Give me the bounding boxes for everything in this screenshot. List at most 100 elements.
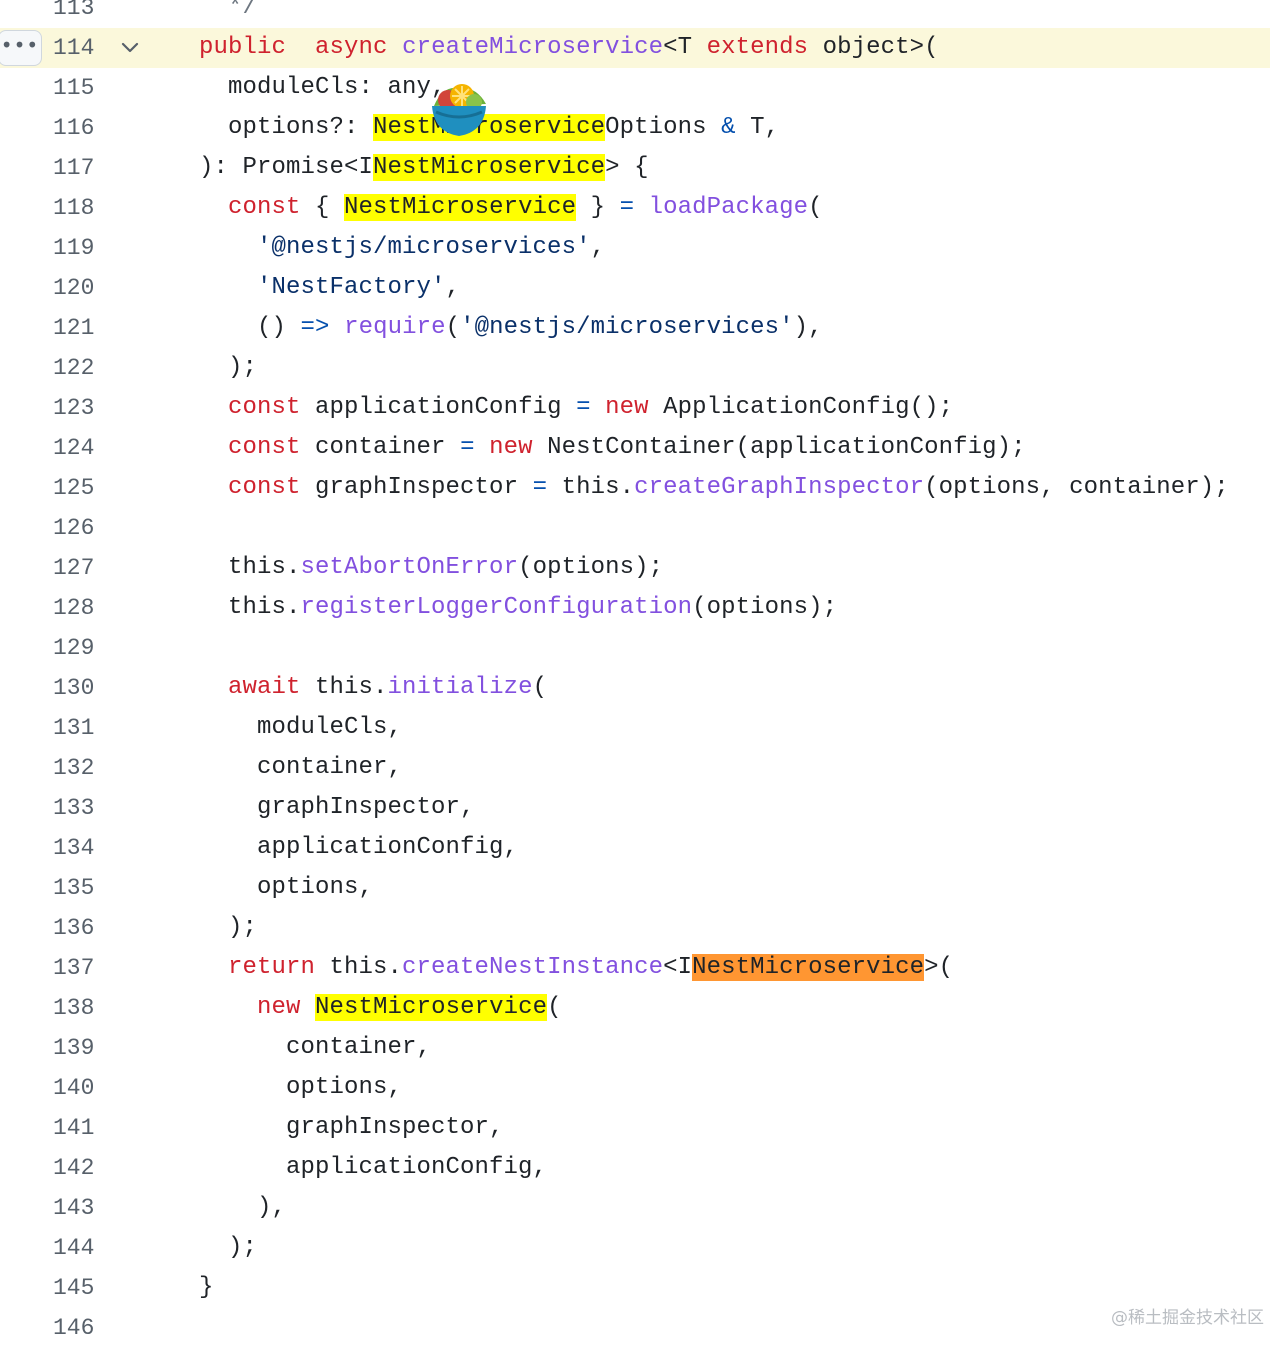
code-token: ( [808, 194, 823, 221]
code-line[interactable]: 126 [0, 508, 1270, 548]
code-token: (options); [518, 554, 664, 581]
line-number[interactable]: 131 [53, 713, 103, 743]
code-line[interactable]: 116 options?: NestMicroserviceOptions & … [0, 108, 1270, 148]
line-number[interactable]: 142 [53, 1153, 103, 1183]
line-number[interactable]: 123 [53, 393, 103, 423]
line-number[interactable]: 140 [53, 1073, 103, 1103]
code-text: () => require('@nestjs/microservices'), [199, 313, 823, 343]
code-line[interactable]: 128 this.registerLoggerConfiguration(opt… [0, 588, 1270, 628]
line-number[interactable]: 122 [53, 353, 103, 383]
code-line[interactable]: 136 ); [0, 908, 1270, 948]
code-line[interactable]: 146 [0, 1308, 1270, 1348]
code-line[interactable]: 129 [0, 628, 1270, 668]
code-line[interactable]: 145} [0, 1268, 1270, 1308]
function-token: createMicroservice [402, 34, 664, 61]
code-text: ); [199, 913, 257, 943]
line-number[interactable]: 119 [53, 233, 103, 263]
code-line[interactable]: 131 moduleCls, [0, 708, 1270, 748]
line-number[interactable]: 130 [53, 673, 103, 703]
code-line[interactable]: 142 applicationConfig, [0, 1148, 1270, 1188]
code-line[interactable]: 124 const container = new NestContainer(… [0, 428, 1270, 468]
keyword-token: extends [706, 34, 809, 61]
code-line[interactable]: 134 applicationConfig, [0, 828, 1270, 868]
line-number[interactable]: 134 [53, 833, 103, 863]
code-token: Options [605, 114, 722, 141]
code-line[interactable]: 125 const graphInspector = this.createGr… [0, 468, 1270, 508]
line-number[interactable]: 129 [53, 633, 103, 663]
line-number[interactable]: 138 [53, 993, 103, 1023]
code-line[interactable]: 120 'NestFactory', [0, 268, 1270, 308]
string-token: 'NestFactory' [257, 274, 446, 301]
line-gutter: 135 [0, 868, 112, 908]
code-line[interactable]: 143 ), [0, 1188, 1270, 1228]
code-token: graphInspector [300, 474, 533, 501]
line-gutter: 132 [0, 748, 112, 788]
code-line[interactable]: 132 container, [0, 748, 1270, 788]
code-text: public async createMicroservice<T extend… [199, 33, 939, 63]
code-text: const graphInspector = this.createGraphI… [199, 473, 1229, 503]
line-number[interactable]: 144 [53, 1233, 103, 1263]
code-line[interactable]: 127 this.setAbortOnError(options); [0, 548, 1270, 588]
line-number[interactable]: 118 [53, 193, 103, 223]
line-number[interactable]: 132 [53, 753, 103, 783]
code-line[interactable]: 123 const applicationConfig = new Applic… [0, 388, 1270, 428]
operator-token: & [721, 114, 736, 141]
code-line[interactable]: 130 await this.initialize( [0, 668, 1270, 708]
line-number[interactable]: 137 [53, 953, 103, 983]
keyword-token: new [489, 434, 533, 461]
code-line[interactable]: 122 ); [0, 348, 1270, 388]
current-search-match: NestMicroservice [692, 954, 925, 981]
line-number[interactable]: 139 [53, 1033, 103, 1063]
code-line[interactable]: 137 return this.createNestInstance<INest… [0, 948, 1270, 988]
code-token: <I [663, 954, 693, 981]
line-number[interactable]: 121 [53, 313, 103, 343]
line-number[interactable]: 143 [53, 1193, 103, 1223]
code-line[interactable]: 118 const { NestMicroservice } = loadPac… [0, 188, 1270, 228]
line-number[interactable]: 127 [53, 553, 103, 583]
code-line[interactable]: 141 graphInspector, [0, 1108, 1270, 1148]
code-line[interactable]: 133 graphInspector, [0, 788, 1270, 828]
keyword-token: new [257, 994, 301, 1021]
line-number[interactable]: 114 [53, 33, 103, 63]
code-text: this.registerLoggerConfiguration(options… [199, 593, 837, 623]
line-number[interactable]: 145 [53, 1273, 103, 1303]
line-number[interactable]: 126 [53, 513, 103, 543]
function-token: createNestInstance [402, 954, 664, 981]
more-options-button[interactable]: ••• [0, 30, 42, 66]
line-number[interactable]: 136 [53, 913, 103, 943]
code-line[interactable]: 115 moduleCls: any, [0, 68, 1270, 108]
line-number[interactable]: 128 [53, 593, 103, 623]
code-text: */ [199, 0, 257, 23]
code-line[interactable]: 139 container, [0, 1028, 1270, 1068]
line-gutter: 136 [0, 908, 112, 948]
code-line[interactable]: 135 options, [0, 868, 1270, 908]
code-line[interactable]: 121 () => require('@nestjs/microservices… [0, 308, 1270, 348]
line-number[interactable]: 124 [53, 433, 103, 463]
code-line[interactable]: 138 new NestMicroservice( [0, 988, 1270, 1028]
code-token: moduleCls, [199, 714, 403, 741]
code-line[interactable]: 140 options, [0, 1068, 1270, 1108]
line-number[interactable]: 115 [53, 73, 103, 103]
code-line[interactable]: 144 ); [0, 1228, 1270, 1268]
line-number[interactable]: 116 [53, 113, 103, 143]
line-number[interactable]: 120 [53, 273, 103, 303]
code-text: moduleCls, [199, 713, 402, 743]
line-number[interactable]: 117 [53, 153, 103, 183]
line-number[interactable]: 125 [53, 473, 103, 503]
code-text: return this.createNestInstance<INestMicr… [199, 953, 953, 983]
code-line[interactable]: 113 */ [0, 0, 1270, 28]
line-number[interactable]: 133 [53, 793, 103, 823]
line-number[interactable]: 135 [53, 873, 103, 903]
line-number[interactable]: 141 [53, 1113, 103, 1143]
code-line[interactable]: 117): Promise<INestMicroservice> { [0, 148, 1270, 188]
code-line[interactable]: ••• 114 public async createMicroservice<T … [0, 28, 1270, 68]
line-number[interactable]: 113 [53, 0, 103, 23]
code-line[interactable]: 119 '@nestjs/microservices', [0, 228, 1270, 268]
chevron-down-icon[interactable] [118, 36, 142, 60]
keyword-token: return [228, 954, 316, 981]
line-gutter: 128 [0, 588, 112, 628]
line-gutter: 142 [0, 1148, 112, 1188]
line-number[interactable]: 146 [53, 1313, 103, 1343]
